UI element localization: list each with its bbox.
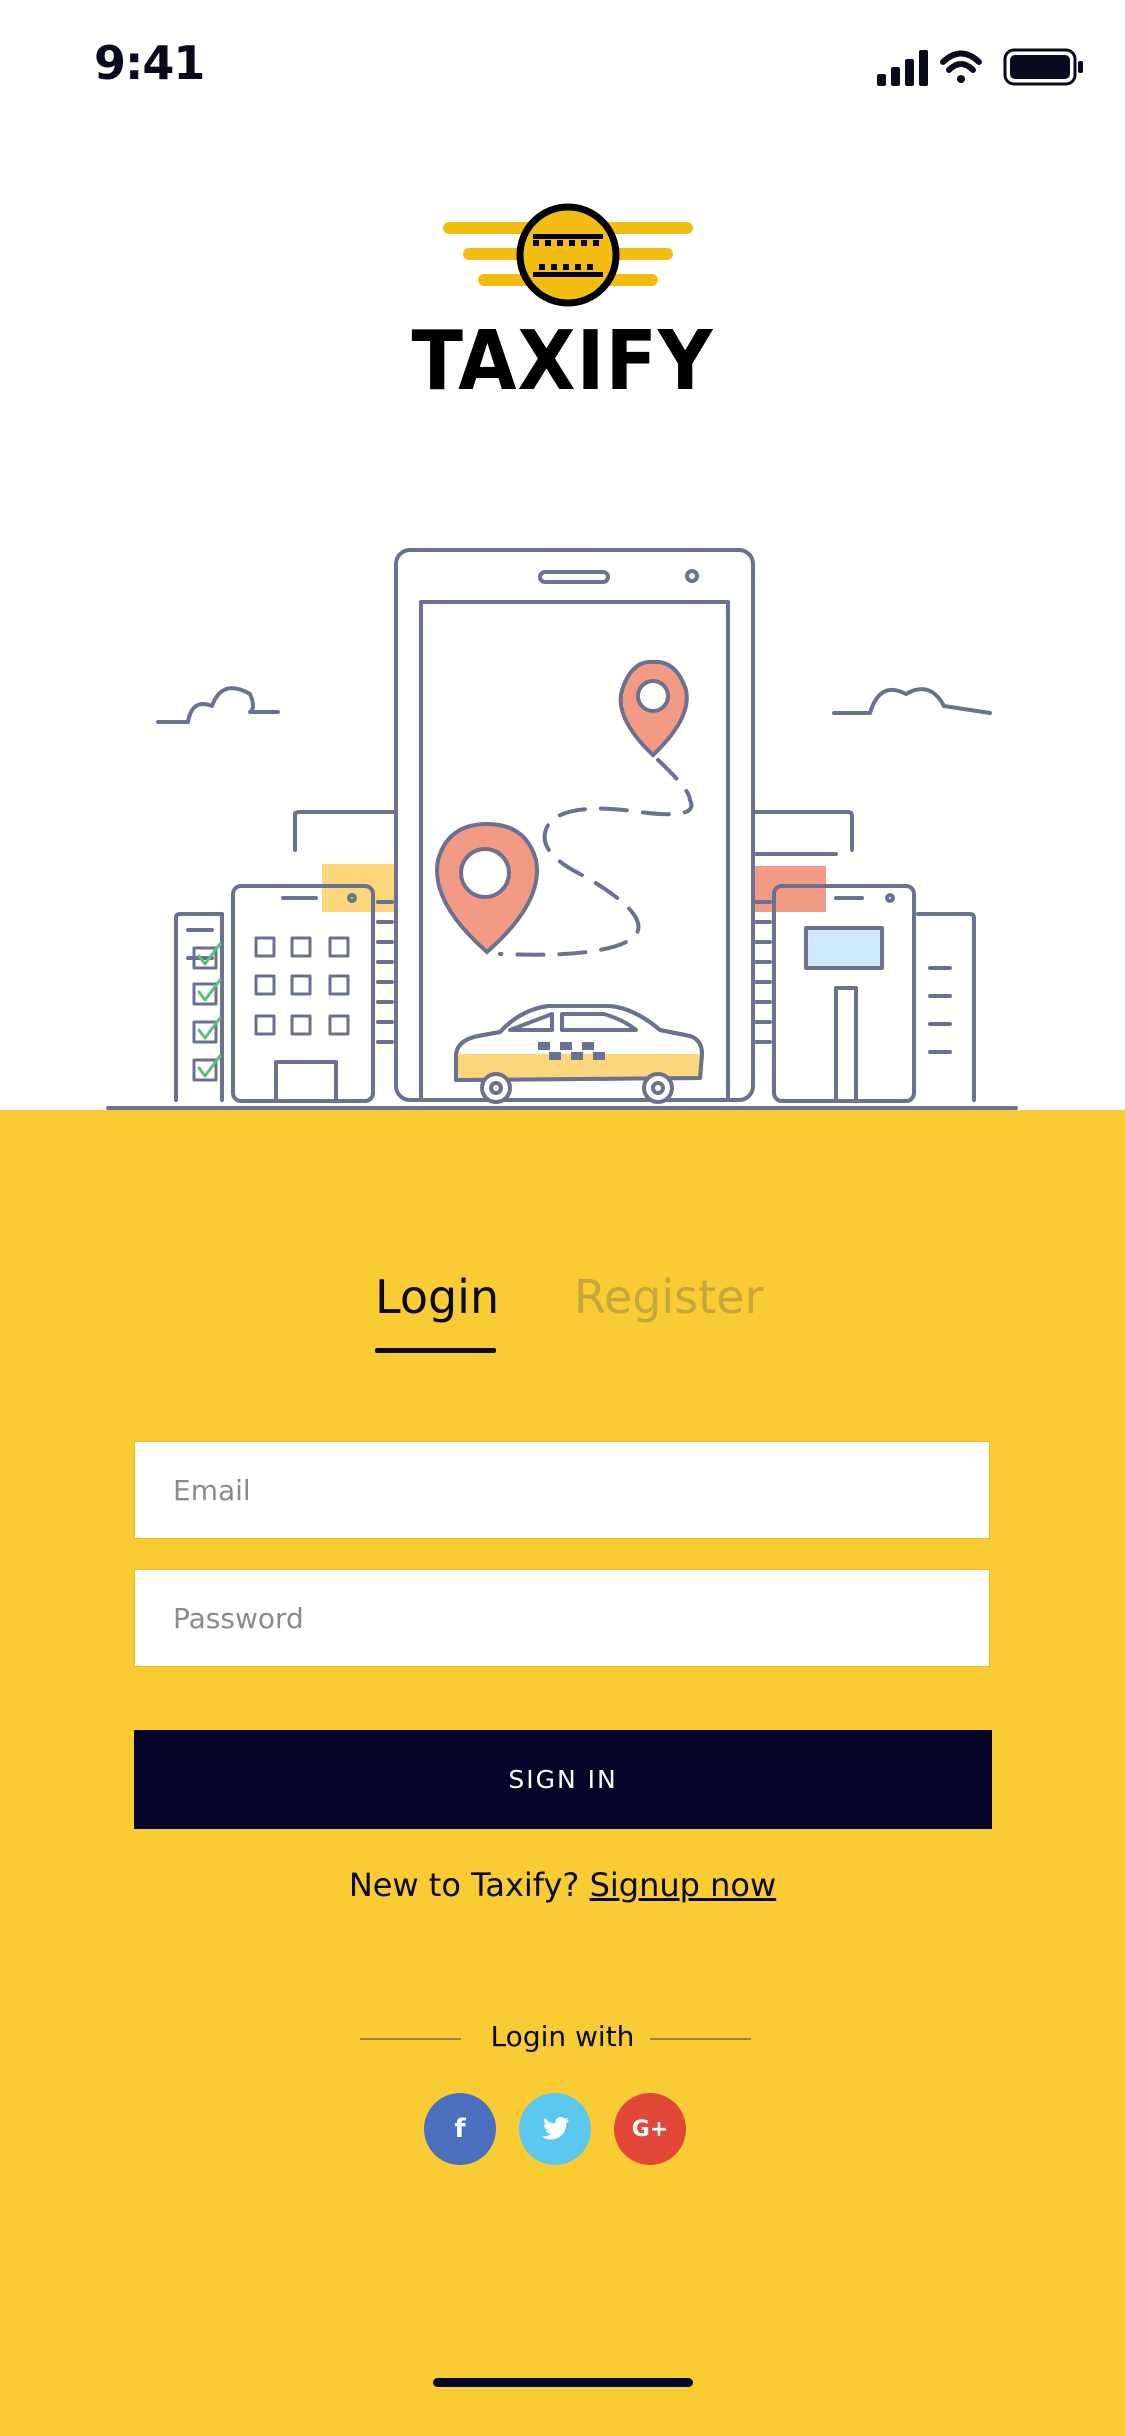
status-time: 9:41 — [94, 36, 205, 90]
login-with-section: Login with — [0, 2016, 1125, 2060]
signal-icon — [877, 50, 928, 86]
taxi-car — [454, 1004, 704, 1104]
password-input[interactable] — [135, 1570, 989, 1666]
email-field — [134, 1441, 990, 1539]
google-plus-icon: G+ — [631, 2116, 669, 2142]
twitter-icon — [541, 2117, 569, 2140]
taxi-logo-icon — [442, 203, 693, 307]
battery-icon — [1003, 48, 1083, 86]
brand-logo: TAXIFY — [0, 200, 1125, 409]
status-bar: 9:41 — [0, 0, 1125, 130]
pin-origin — [435, 821, 539, 955]
tab-login[interactable]: Login — [375, 1270, 499, 1324]
status-icons — [877, 46, 1087, 94]
signup-link[interactable]: Signup now — [590, 1866, 777, 1904]
divider-right — [650, 2038, 751, 2040]
password-field — [134, 1569, 990, 1667]
facebook-icon: f — [454, 2114, 466, 2144]
twitter-login-button[interactable] — [519, 2093, 591, 2165]
home-indicator — [433, 2378, 693, 2387]
signup-prompt: New to Taxify? — [348, 1866, 580, 1904]
tab-register[interactable]: Register — [574, 1270, 763, 1324]
login-with-label: Login with — [490, 2020, 635, 2053]
facebook-login-button[interactable]: f — [424, 2093, 496, 2165]
wifi-icon — [940, 50, 982, 83]
google-plus-login-button[interactable]: G+ — [614, 2093, 686, 2165]
email-input[interactable] — [135, 1442, 989, 1538]
active-tab-indicator — [375, 1348, 496, 1353]
pin-destination — [618, 659, 689, 758]
sign-in-button[interactable]: SIGN IN — [134, 1730, 992, 1829]
auth-tabs: Login Register — [0, 1270, 1125, 1360]
signup-line: New to Taxify? Signup now — [0, 1866, 1125, 1904]
brand-name: TAXIFY — [411, 314, 714, 409]
city-taxi-illustration — [106, 548, 1018, 1110]
